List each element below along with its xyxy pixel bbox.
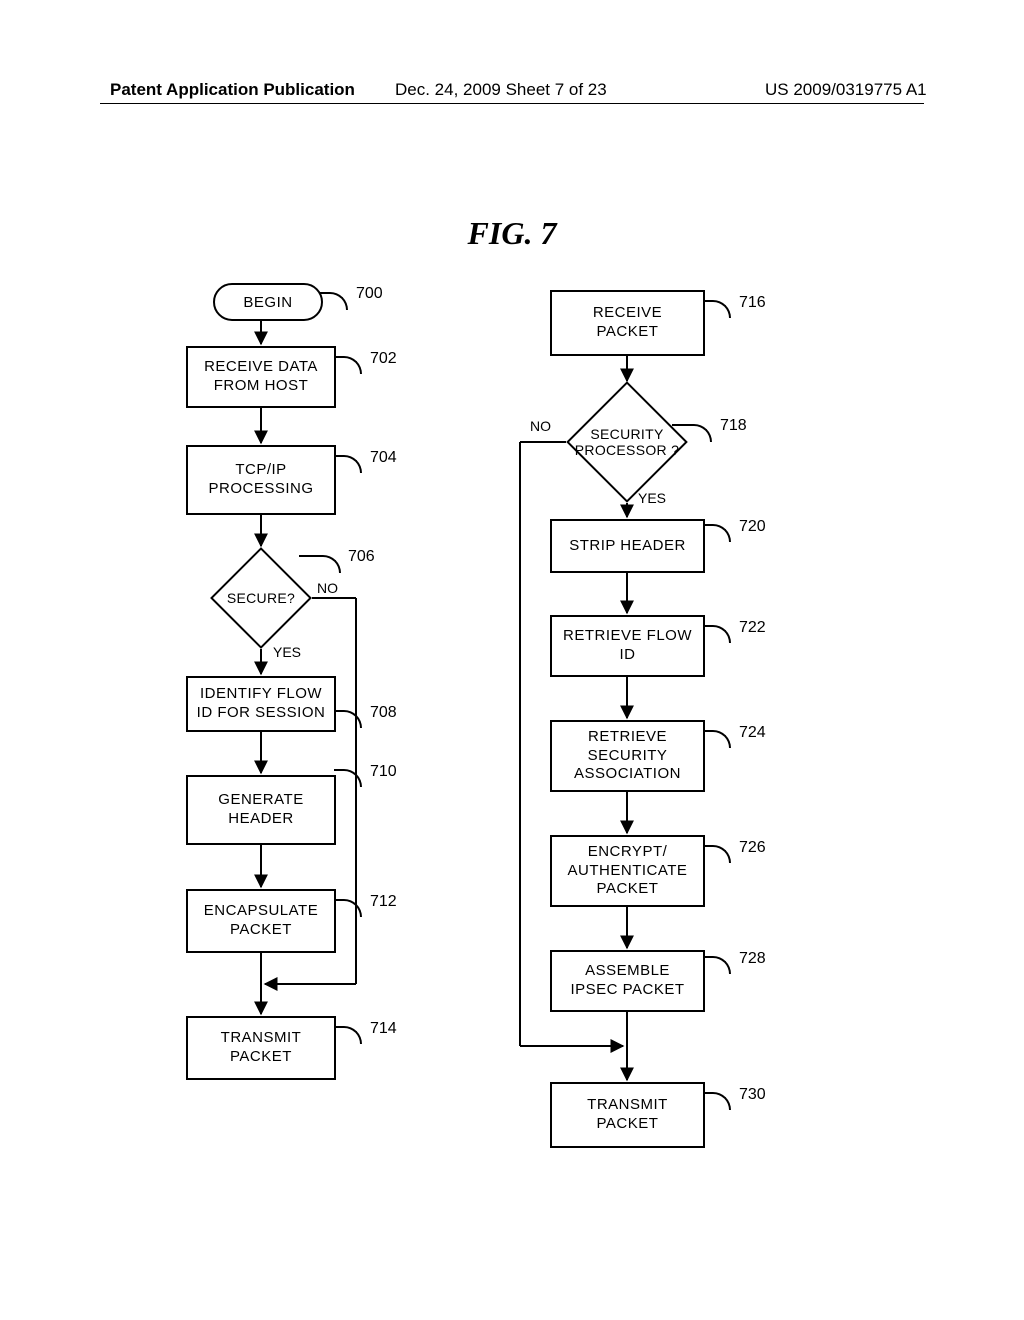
label-secproc-no: NO — [530, 418, 551, 434]
leader-706 — [299, 555, 341, 573]
box-label: RETRIEVE SECURITY ASSOCIATION — [574, 728, 681, 784]
box-tcpip: TCP/IP PROCESSING — [186, 445, 336, 515]
box-generate-header: GENERATE HEADER — [186, 775, 336, 845]
box-label: RECEIVE DATA FROM HOST — [204, 358, 318, 396]
terminator-begin: BEGIN — [213, 283, 323, 321]
ref-726: 726 — [739, 839, 766, 857]
leader-712 — [334, 899, 362, 917]
box-label: STRIP HEADER — [569, 537, 686, 556]
box-label: ASSEMBLE IPSEC PACKET — [570, 962, 684, 1000]
box-transmit-right: TRANSMIT PACKET — [550, 1082, 705, 1148]
leader-720 — [703, 524, 731, 542]
connectors — [0, 0, 1024, 1320]
leader-714 — [334, 1026, 362, 1044]
leader-730 — [703, 1092, 731, 1110]
diamond-label: SECURITY PROCESSOR ? — [570, 385, 684, 499]
ref-706: 706 — [348, 548, 375, 566]
box-label: IDENTIFY FLOW ID FOR SESSION — [197, 685, 326, 723]
box-assemble: ASSEMBLE IPSEC PACKET — [550, 950, 705, 1012]
leader-716 — [703, 300, 731, 318]
leader-704 — [334, 455, 362, 473]
ref-728: 728 — [739, 950, 766, 968]
box-label: ENCAPSULATE PACKET — [204, 902, 318, 940]
ref-714: 714 — [370, 1020, 397, 1038]
box-label: ENCRYPT/ AUTHENTICATE PACKET — [568, 843, 688, 899]
label-secure-no: NO — [317, 580, 338, 596]
diamond-security-processor: SECURITY PROCESSOR ? — [584, 399, 670, 485]
leader-726 — [703, 845, 731, 863]
leader-724 — [703, 730, 731, 748]
header-right-text: US 2009/0319775 A1 — [765, 80, 927, 100]
page: Patent Application Publication Dec. 24, … — [0, 0, 1024, 1320]
box-label: GENERATE HEADER — [218, 791, 303, 829]
leader-700 — [320, 292, 348, 310]
box-retrieve-sa: RETRIEVE SECURITY ASSOCIATION — [550, 720, 705, 792]
ref-730: 730 — [739, 1086, 766, 1104]
box-label: TRANSMIT PACKET — [221, 1029, 302, 1067]
leader-718 — [672, 424, 712, 442]
box-identify-flow: IDENTIFY FLOW ID FOR SESSION — [186, 676, 336, 732]
box-label: RETRIEVE FLOW ID — [563, 627, 692, 665]
box-label: TRANSMIT PACKET — [587, 1096, 668, 1134]
terminator-label: BEGIN — [243, 294, 292, 311]
ref-716: 716 — [739, 294, 766, 312]
label-secproc-yes: YES — [638, 490, 666, 506]
leader-710 — [334, 769, 362, 787]
ref-718: 718 — [720, 417, 747, 435]
box-receive-packet: RECEIVE PACKET — [550, 290, 705, 356]
ref-700: 700 — [356, 285, 383, 303]
ref-724: 724 — [739, 724, 766, 742]
header-middle-text: Dec. 24, 2009 Sheet 7 of 23 — [395, 80, 607, 100]
box-retrieve-flow: RETRIEVE FLOW ID — [550, 615, 705, 677]
ref-712: 712 — [370, 893, 397, 911]
ref-710: 710 — [370, 763, 397, 781]
leader-722 — [703, 625, 731, 643]
diamond-secure: SECURE? — [225, 562, 297, 634]
header-rule — [100, 103, 924, 104]
ref-704: 704 — [370, 449, 397, 467]
ref-708: 708 — [370, 704, 397, 722]
ref-720: 720 — [739, 518, 766, 536]
ref-702: 702 — [370, 350, 397, 368]
box-label: TCP/IP PROCESSING — [208, 461, 313, 499]
diamond-label: SECURE? — [211, 548, 311, 648]
box-encapsulate: ENCAPSULATE PACKET — [186, 889, 336, 953]
ref-722: 722 — [739, 619, 766, 637]
box-strip-header: STRIP HEADER — [550, 519, 705, 573]
header-left-text: Patent Application Publication — [110, 80, 355, 100]
label-secure-yes: YES — [273, 644, 301, 660]
leader-728 — [703, 956, 731, 974]
box-encrypt: ENCRYPT/ AUTHENTICATE PACKET — [550, 835, 705, 907]
figure-title: FIG. 7 — [0, 215, 1024, 252]
box-label: RECEIVE PACKET — [593, 304, 662, 342]
box-receive-data: RECEIVE DATA FROM HOST — [186, 346, 336, 408]
leader-708 — [334, 710, 362, 728]
leader-702 — [334, 356, 362, 374]
box-transmit-left: TRANSMIT PACKET — [186, 1016, 336, 1080]
